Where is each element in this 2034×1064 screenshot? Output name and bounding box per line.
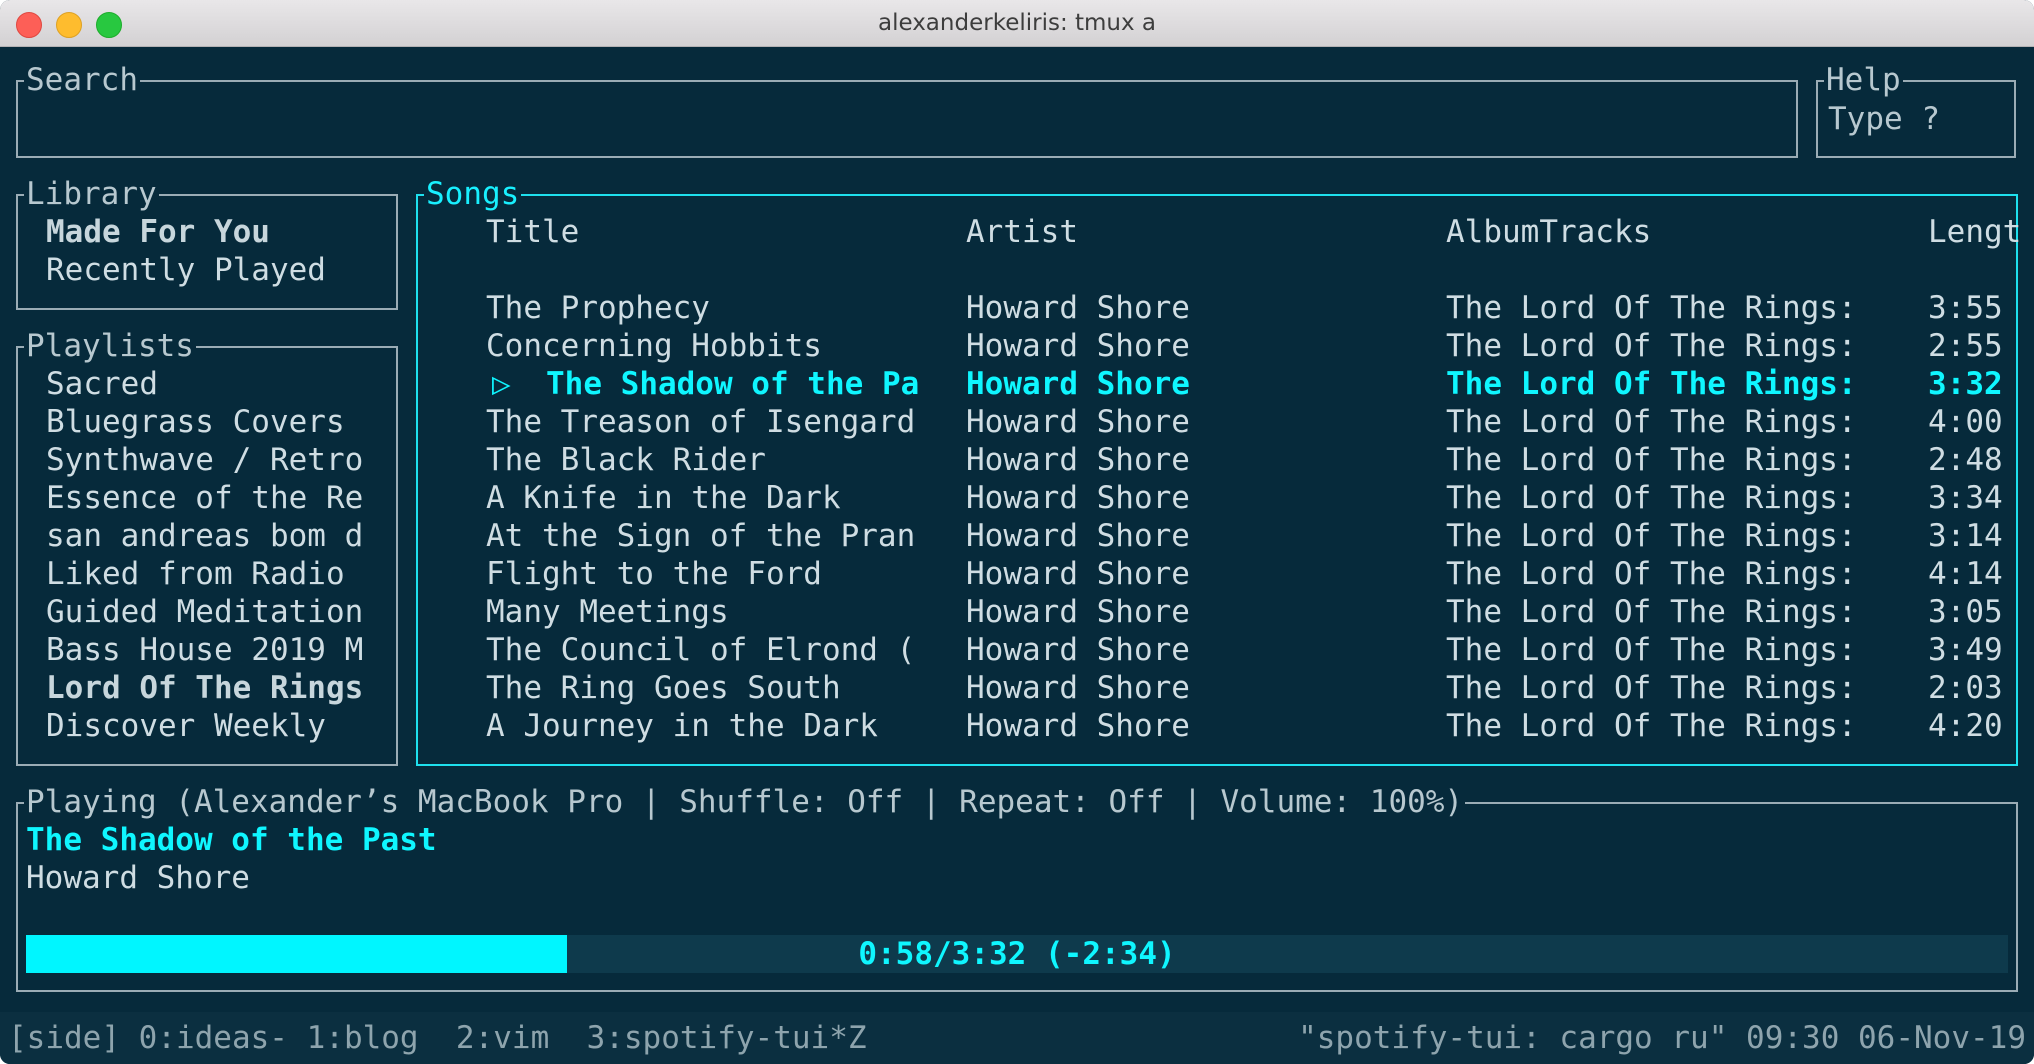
song-title: The Ring Goes South xyxy=(486,670,841,706)
song-length: 4:14 xyxy=(1928,556,2003,592)
song-album: The Lord Of The Rings: xyxy=(1446,328,1857,364)
library-label: Library xyxy=(24,175,159,213)
column-header-length[interactable]: Lengt xyxy=(1928,213,2024,251)
song-length: 3:32 xyxy=(1928,366,2003,402)
tmux-status-right: "spotify-tui: cargo ru" 09:30 06-Nov-19 xyxy=(1298,1020,2026,1056)
song-length: 2:48 xyxy=(1928,442,2003,478)
now-playing-artist: Howard Shore xyxy=(26,860,250,896)
song-album: The Lord Of The Rings: xyxy=(1446,632,1857,668)
song-album: The Lord Of The Rings: xyxy=(1446,556,1857,592)
song-album: The Lord Of The Rings: xyxy=(1446,518,1857,554)
song-length: 3:05 xyxy=(1928,594,2003,630)
song-title: The Shadow of the Pa xyxy=(546,366,920,402)
help-label: Help xyxy=(1824,61,1903,99)
playlist-item[interactable]: Liked from Radio xyxy=(46,555,345,593)
song-title: The Council of Elrond ( xyxy=(486,632,916,668)
library-item-recently-played[interactable]: Recently Played xyxy=(46,251,326,289)
song-artist: Howard Shore xyxy=(966,556,1190,592)
playlist-item[interactable]: Guided Meditation xyxy=(46,593,363,631)
tmux-window-list[interactable]: [side] 0:ideas- 1:blog 2:vim 3:spotify-t… xyxy=(8,1019,867,1057)
playlist-item[interactable]: Essence of the Re xyxy=(46,479,363,517)
song-album: The Lord Of The Rings: xyxy=(1446,708,1857,744)
song-length: 3:34 xyxy=(1928,480,2003,516)
playlist-item[interactable]: Synthwave / Retro xyxy=(46,441,363,479)
terminal-window: alexanderkeliris: tmux a Search Help Typ… xyxy=(0,0,2034,1064)
playlists-label: Playlists xyxy=(24,327,196,365)
help-hint: Type ? xyxy=(1828,101,1940,137)
song-length: 4:20 xyxy=(1928,708,2003,744)
search-label: Search xyxy=(24,61,140,99)
playlist-item[interactable]: Bass House 2019 M xyxy=(46,631,363,669)
now-playing-track: The Shadow of the Past xyxy=(26,822,437,858)
song-length: 4:00 xyxy=(1928,404,2003,440)
song-artist: Howard Shore xyxy=(966,708,1190,744)
song-artist: Howard Shore xyxy=(966,518,1190,554)
song-album: The Lord Of The Rings: xyxy=(1446,442,1857,478)
song-title: Concerning Hobbits xyxy=(486,328,822,364)
song-artist: Howard Shore xyxy=(966,670,1190,706)
progress-time: 0:58/3:32 (-2:34) xyxy=(858,936,1176,972)
search-box[interactable] xyxy=(16,80,1798,158)
song-title: A Journey in the Dark xyxy=(486,708,878,744)
playlist-item-selected[interactable]: Lord Of The Rings xyxy=(46,669,363,707)
song-album: The Lord Of The Rings: xyxy=(1446,404,1857,440)
song-title: Flight to the Ford xyxy=(486,556,822,592)
song-length: 2:03 xyxy=(1928,670,2003,706)
title-bar: alexanderkeliris: tmux a xyxy=(0,0,2034,47)
song-album: The Lord Of The Rings: xyxy=(1446,290,1857,326)
song-length: 3:55 xyxy=(1928,290,2003,326)
song-length: 3:14 xyxy=(1928,518,2003,554)
column-header-album[interactable]: AlbumTracks xyxy=(1446,213,1651,251)
song-album: The Lord Of The Rings: xyxy=(1446,366,1857,402)
song-title: The Prophecy xyxy=(486,290,710,326)
window-title: alexanderkeliris: tmux a xyxy=(877,10,1157,36)
playing-label: Playing (Alexander’s MacBook Pro | Shuff… xyxy=(24,783,1466,821)
song-artist: Howard Shore xyxy=(966,632,1190,668)
song-artist: Howard Shore xyxy=(966,480,1190,516)
playlist-item[interactable]: Bluegrass Covers xyxy=(46,403,345,441)
song-length: 3:49 xyxy=(1928,632,2003,668)
song-artist: Howard Shore xyxy=(966,290,1190,326)
play-triangle-icon: ▷ xyxy=(492,366,511,402)
column-header-title[interactable]: Title xyxy=(486,213,579,251)
playlist-item[interactable]: Sacred xyxy=(46,365,158,403)
song-album: The Lord Of The Rings: xyxy=(1446,480,1857,516)
songs-label: Songs xyxy=(424,175,522,213)
column-header-artist[interactable]: Artist xyxy=(966,213,1078,251)
tmux-status-bar: [side] 0:ideas- 1:blog 2:vim 3:spotify-t… xyxy=(0,1012,2034,1064)
song-artist: Howard Shore xyxy=(966,366,1190,402)
song-artist: Howard Shore xyxy=(966,442,1190,478)
song-artist: Howard Shore xyxy=(966,328,1190,364)
song-title: A Knife in the Dark xyxy=(486,480,841,516)
playlist-item[interactable]: Discover Weekly xyxy=(46,707,326,745)
song-title: The Treason of Isengard xyxy=(486,404,916,440)
library-item-made-for-you[interactable]: Made For You xyxy=(46,213,270,251)
song-album: The Lord Of The Rings: xyxy=(1446,670,1857,706)
song-album: The Lord Of The Rings: xyxy=(1446,594,1857,630)
song-artist: Howard Shore xyxy=(966,404,1190,440)
song-title: The Black Rider xyxy=(486,442,766,478)
song-title: Many Meetings xyxy=(486,594,729,630)
song-length: 2:55 xyxy=(1928,328,2003,364)
song-artist: Howard Shore xyxy=(966,594,1190,630)
song-title: At the Sign of the Pran xyxy=(486,518,916,554)
playlist-item[interactable]: san andreas bom d xyxy=(46,517,363,555)
